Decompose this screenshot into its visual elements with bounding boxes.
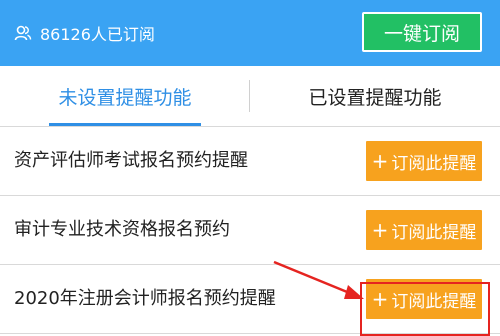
subscriber-count-text: 86126人已订阅: [40, 25, 155, 44]
subscribe-reminder-button[interactable]: + 订阅此提醒: [366, 210, 482, 250]
tab-bar: 未设置提醒功能 已设置提醒功能: [0, 66, 500, 127]
list-item: 审计专业技术资格报名预约 + 订阅此提醒: [0, 196, 500, 265]
list-item-title: 2020年注册会计师报名预约提醒: [14, 288, 276, 309]
one-key-subscribe-button[interactable]: 一键订阅: [362, 12, 482, 52]
tab-not-set[interactable]: 未设置提醒功能: [0, 66, 250, 126]
list-item-title: 审计专业技术资格报名预约: [14, 219, 230, 240]
subscribe-button-label: 订阅此提醒: [391, 222, 477, 243]
subscribe-reminder-button[interactable]: + 订阅此提醒: [366, 141, 482, 181]
plus-icon: +: [371, 218, 389, 242]
header-bar: 86126人已订阅 一键订阅: [0, 0, 500, 66]
highlight-box: [360, 282, 490, 336]
list-item-title: 资产评估师考试报名预约提醒: [14, 150, 248, 171]
subscribe-button-label: 订阅此提醒: [391, 153, 477, 174]
list-item: 资产评估师考试报名预约提醒 + 订阅此提醒: [0, 127, 500, 196]
subscriber-count: 86126人已订阅: [14, 22, 155, 44]
users-icon: [14, 24, 32, 42]
plus-icon: +: [371, 149, 389, 173]
red-arrow-icon: [273, 260, 364, 299]
tab-already-set[interactable]: 已设置提醒功能: [250, 66, 500, 126]
